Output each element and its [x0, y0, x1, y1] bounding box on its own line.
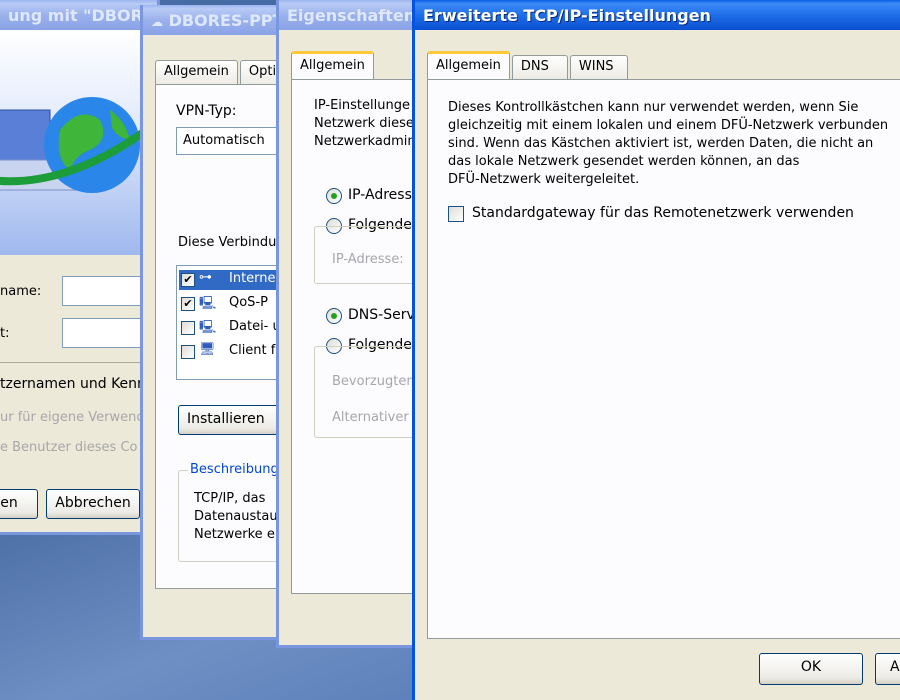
description-line: Datenaustau [194, 509, 278, 524]
advanced-titlebar[interactable]: Erweiterte TCP/IP-Einstellungen [415, 0, 900, 30]
dialup-title: ung mit "DBORES [8, 6, 157, 25]
tcpip-properties-window: Eigenschaften Allgemein IP-Einstellunge … [276, 0, 426, 648]
description-line: Netzwerke e [194, 527, 275, 542]
component-label: Client f [229, 343, 276, 358]
component-checkbox[interactable] [181, 321, 195, 335]
dns-auto-radio[interactable] [326, 308, 342, 324]
vpn-title: DBORES-PPT [168, 11, 284, 30]
advanced-tcpip-window: Erweiterte TCP/IP-Einstellungen Allgemei… [412, 0, 900, 700]
properties-tab-panel: IP-Einstellunge Netzwerk diese Netzwerka… [291, 79, 423, 594]
vpn-title-icon: ☁ [151, 15, 163, 29]
dns-auto-label[interactable]: DNS-Serv [348, 307, 415, 323]
component-checkbox[interactable]: ✔ [181, 297, 195, 311]
intro-line: IP-Einstellunge [314, 98, 410, 113]
password-label: t: [0, 326, 10, 341]
preferred-dns-label: Bevorzugter [332, 374, 412, 389]
connection-banner-image [0, 30, 157, 255]
description-line: TCP/IP, das [194, 491, 266, 506]
dialup-titlebar[interactable]: ung mit "DBORES [0, 0, 157, 30]
gateway-description-line: sind. Wenn das Kästchen aktiviert ist, w… [448, 136, 874, 151]
connect-button[interactable]: en [0, 489, 38, 519]
network-service-icon: 🖳 [199, 320, 217, 335]
ip-auto-radio[interactable] [326, 188, 342, 204]
ok-button[interactable]: OK [759, 653, 863, 685]
vpn-type-label: VPN-Typ: [176, 103, 237, 119]
save-credentials-label[interactable]: tzernamen und Kenn [0, 376, 146, 392]
advanced-title: Erweiterte TCP/IP-Einstellungen [423, 6, 711, 25]
ip-address-label: IP-Adresse: [332, 252, 404, 267]
properties-title: Eigenschaften [287, 6, 416, 25]
component-checkbox[interactable] [181, 345, 195, 359]
component-label: Interne [229, 271, 276, 286]
use-default-gateway-label[interactable]: Standardgateway für das Remotenetzwerk v… [472, 205, 854, 221]
ip-auto-label[interactable]: IP-Adress [348, 187, 412, 203]
component-checkbox[interactable]: ✔ [181, 273, 195, 287]
network-service-icon: 🖳 [199, 296, 217, 311]
gateway-description-line: DFÜ-Netzwerk weitergeleitet. [448, 172, 640, 187]
cancel-button[interactable]: Al [875, 653, 900, 685]
intro-line: Netzwerk diese [314, 116, 414, 131]
save-option-all-users[interactable]: e Benutzer dieses Co [0, 440, 138, 455]
vpn-type-value: Automatisch [183, 133, 265, 148]
laptop-globe-icon [0, 97, 157, 193]
component-label: QoS-P [229, 295, 268, 310]
tab-general[interactable]: Allgemein [155, 60, 238, 84]
dialup-connection-window: ung mit "DBORES name: t: tzernamen und K… [0, 0, 160, 535]
tab-wins[interactable]: WINS [569, 55, 628, 79]
advanced-tab-panel: Dieses Kontrollkästchen kann nur verwend… [427, 79, 900, 639]
network-client-icon: 🖥 [199, 342, 216, 357]
gateway-description-line: gleichzeitig mit einem lokalen und einem… [448, 118, 889, 133]
description-legend: Beschreibung [188, 462, 281, 477]
gateway-description-line: Dieses Kontrollkästchen kann nur verwend… [448, 100, 859, 115]
divider [0, 362, 157, 363]
tab-dns[interactable]: DNS [511, 55, 568, 79]
tab-general[interactable]: Allgemein [427, 51, 510, 79]
dialup-cancel-button[interactable]: Abbrechen [46, 489, 140, 519]
network-protocol-icon: ⊶ [199, 270, 212, 285]
vpn-titlebar[interactable]: ☁ DBORES-PPT [143, 5, 297, 35]
username-label: name: [0, 284, 42, 299]
alternate-dns-label: Alternativer l [332, 410, 417, 425]
properties-titlebar[interactable]: Eigenschaften [279, 0, 423, 30]
components-label: Diese Verbindu [178, 235, 277, 250]
tab-general[interactable]: Allgemein [291, 51, 374, 79]
gateway-description-line: das lokale Netzwerk gesendet werden könn… [448, 154, 800, 169]
intro-line: Netzwerkadmin [314, 134, 416, 149]
save-option-me-only[interactable]: ur für eigene Verwenc [0, 410, 143, 425]
component-label: Datei- u [229, 319, 281, 334]
use-default-gateway-checkbox[interactable] [448, 206, 464, 222]
